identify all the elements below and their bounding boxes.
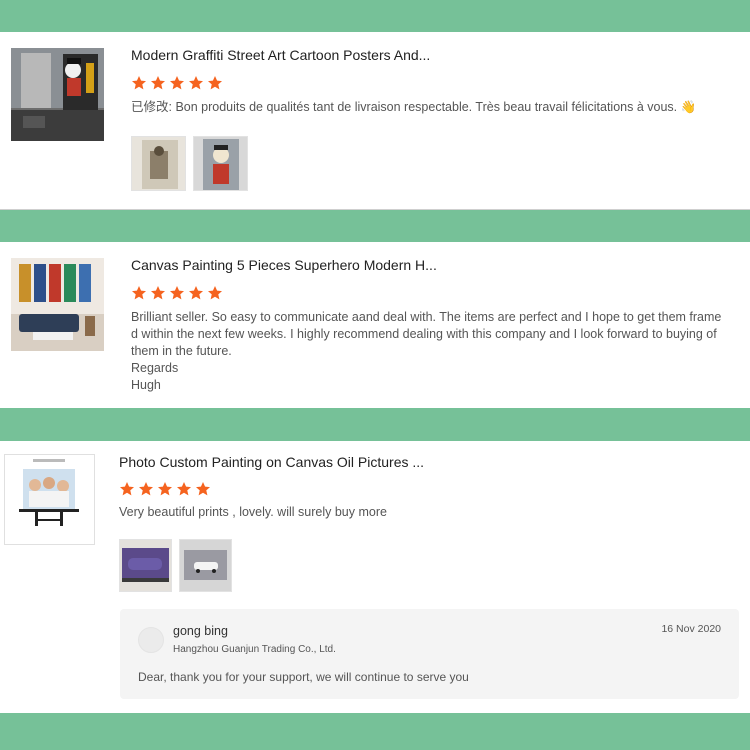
review-card-2: Canvas Painting 5 Pieces Superhero Moder…: [0, 242, 750, 408]
graffiti-artwork-image: [11, 48, 104, 141]
review-line: d within the next few weeks. I highly re…: [131, 327, 717, 341]
review-text: Very beautiful prints , lovely. will sur…: [119, 505, 387, 519]
product-thumbnail-custom-painting[interactable]: [4, 454, 95, 545]
star-icon: [196, 482, 210, 496]
product-title[interactable]: Photo Custom Painting on Canvas Oil Pict…: [119, 454, 424, 470]
star-icon: [132, 76, 146, 90]
star-icon: [139, 482, 153, 496]
review-line: Regards: [131, 361, 179, 375]
star-icon: [170, 76, 184, 90]
star-icon: [158, 482, 172, 496]
star-icon: [189, 286, 203, 300]
reply-company: Hangzhou Guanjun Trading Co., Ltd.: [173, 644, 336, 655]
review-photo-1[interactable]: [119, 539, 172, 592]
superhero-canvas-image: [11, 258, 104, 351]
review-line: Hugh: [131, 378, 161, 392]
review-text: 已修改: Bon produits de qualités tant de li…: [131, 100, 697, 114]
review-card-3: Photo Custom Painting on Canvas Oil Pict…: [0, 441, 750, 713]
star-icon: [208, 286, 222, 300]
star-rating: [119, 481, 211, 497]
review-photo-2[interactable]: [179, 539, 232, 592]
review-photo-image: [120, 540, 171, 591]
divider: [0, 209, 750, 210]
star-rating: [131, 285, 223, 301]
seller-reply: gong bing Hangzhou Guanjun Trading Co., …: [120, 609, 739, 699]
avatar-placeholder-icon: [138, 627, 164, 653]
star-icon: [120, 482, 134, 496]
review-line: Brilliant seller. So easy to communicate…: [131, 310, 722, 324]
product-thumbnail-superhero[interactable]: [11, 258, 104, 351]
review-line: them in the future.: [131, 344, 232, 358]
product-thumbnail-graffiti[interactable]: [11, 48, 104, 141]
star-icon: [132, 286, 146, 300]
product-title[interactable]: Modern Graffiti Street Art Cartoon Poste…: [131, 47, 430, 63]
star-icon: [170, 286, 184, 300]
review-text: Brilliant seller. So easy to communicate…: [131, 309, 721, 394]
star-icon: [189, 76, 203, 90]
star-icon: [151, 286, 165, 300]
reply-date: 16 Nov 2020: [661, 623, 721, 635]
review-photo-1[interactable]: [131, 136, 186, 191]
review-photo-image: [194, 137, 247, 190]
reply-text: Dear, thank you for your support, we wil…: [138, 670, 469, 684]
product-title[interactable]: Canvas Painting 5 Pieces Superhero Moder…: [131, 257, 437, 273]
star-icon: [177, 482, 191, 496]
review-photo-2[interactable]: [193, 136, 248, 191]
star-icon: [151, 76, 165, 90]
star-icon: [208, 76, 222, 90]
custom-painting-image: [5, 455, 94, 544]
review-card-1: Modern Graffiti Street Art Cartoon Poste…: [0, 32, 750, 210]
review-photo-image: [180, 540, 231, 591]
star-rating: [131, 75, 223, 91]
reply-author-name: gong bing: [173, 624, 228, 638]
review-photo-image: [132, 137, 185, 190]
